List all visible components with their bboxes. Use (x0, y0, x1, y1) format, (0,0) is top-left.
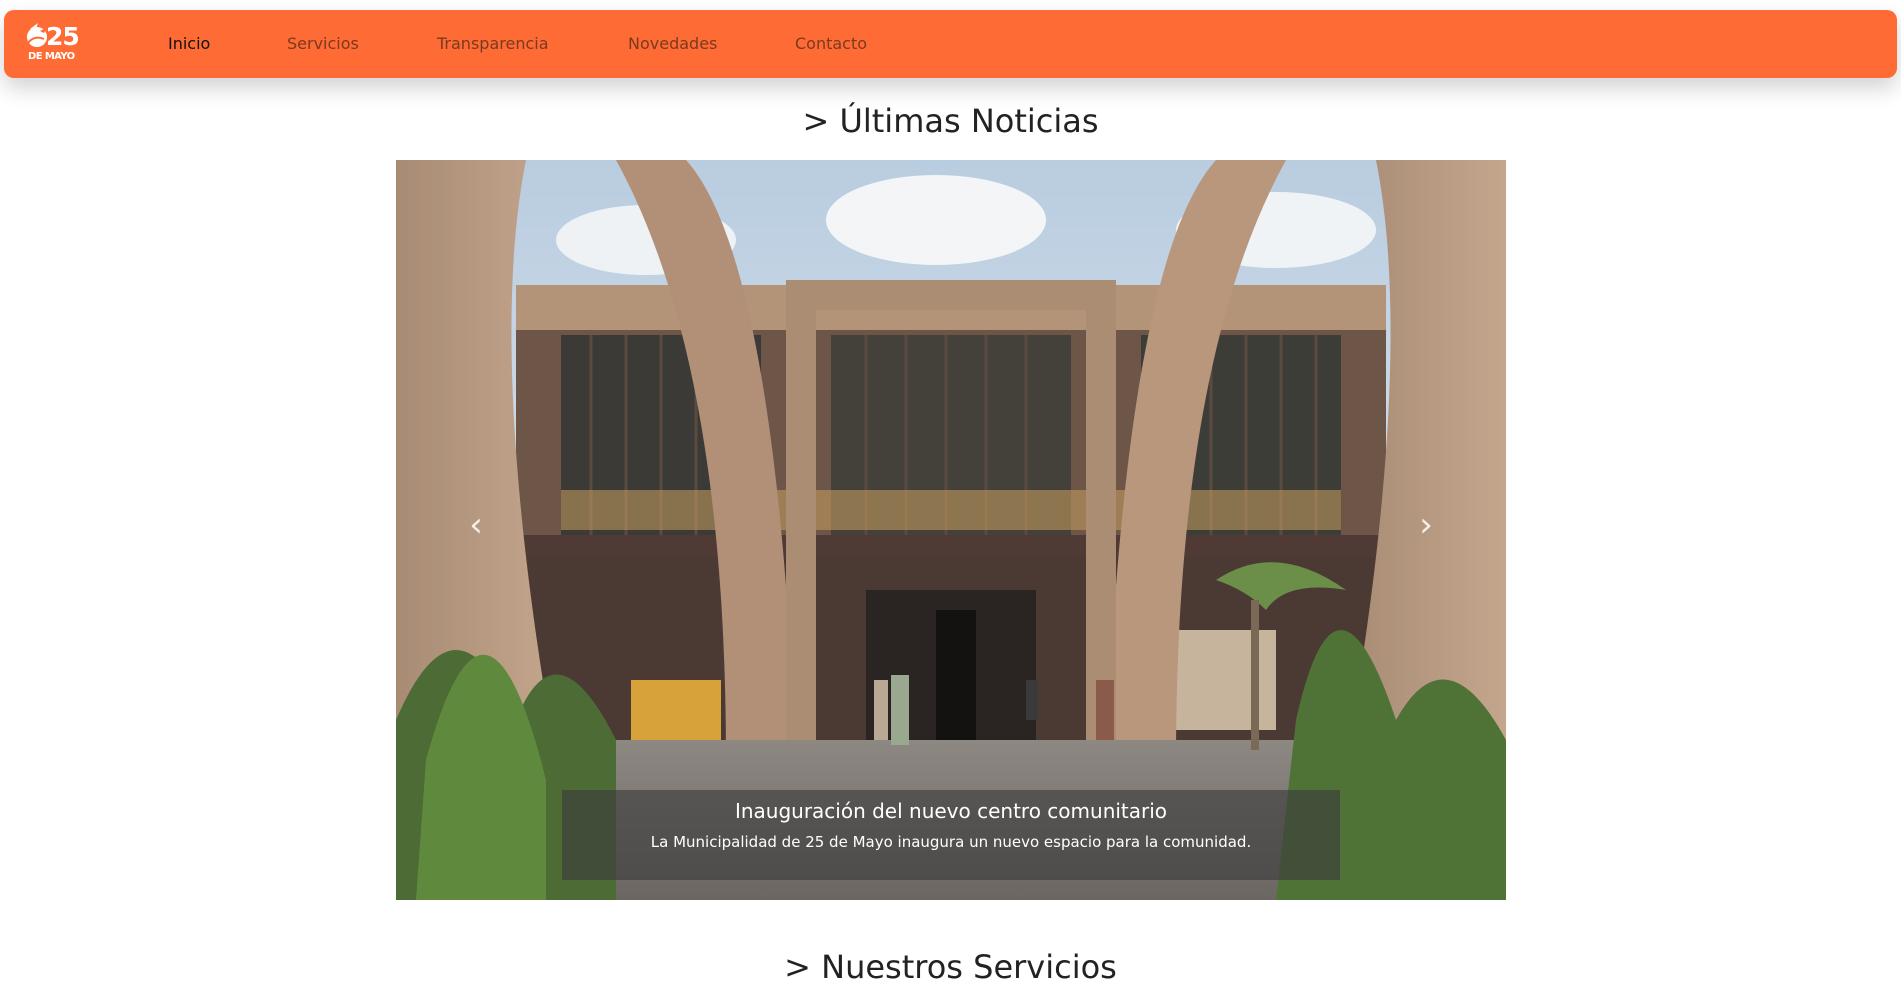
services-section-title: > Nuestros Servicios (784, 948, 1117, 986)
logo-subtitle: DE MAYO (28, 51, 75, 62)
nav-link-novedades[interactable]: Novedades (628, 34, 717, 54)
news-section-title: > Últimas Noticias (802, 102, 1099, 140)
slide-description: La Municipalidad de 25 de Mayo inaugura … (650, 833, 1252, 851)
carousel-prev-button[interactable]: ‹ (446, 495, 506, 555)
news-carousel[interactable]: ‹ › Inauguración del nuevo centro comuni… (396, 160, 1506, 900)
nav-link-servicios[interactable]: Servicios (287, 34, 359, 54)
slide-caption: Inauguración del nuevo centro comunitari… (562, 790, 1340, 880)
nav-link-transparencia[interactable]: Transparencia (437, 34, 549, 54)
nav-link-contacto[interactable]: Contacto (795, 34, 867, 54)
chevron-right-icon: › (1419, 505, 1433, 545)
slide-title: Inauguración del nuevo centro comunitari… (734, 799, 1168, 823)
logo-number: 25 (46, 22, 80, 51)
nav-link-inicio[interactable]: Inicio (168, 34, 210, 54)
navbar: 25 DE MAYO Inicio Servicios Transparenci… (4, 10, 1897, 78)
chevron-left-icon: ‹ (469, 505, 483, 545)
building-photo (396, 160, 1506, 900)
carousel-next-button[interactable]: › (1396, 495, 1456, 555)
logo[interactable]: 25 DE MAYO (24, 21, 86, 67)
